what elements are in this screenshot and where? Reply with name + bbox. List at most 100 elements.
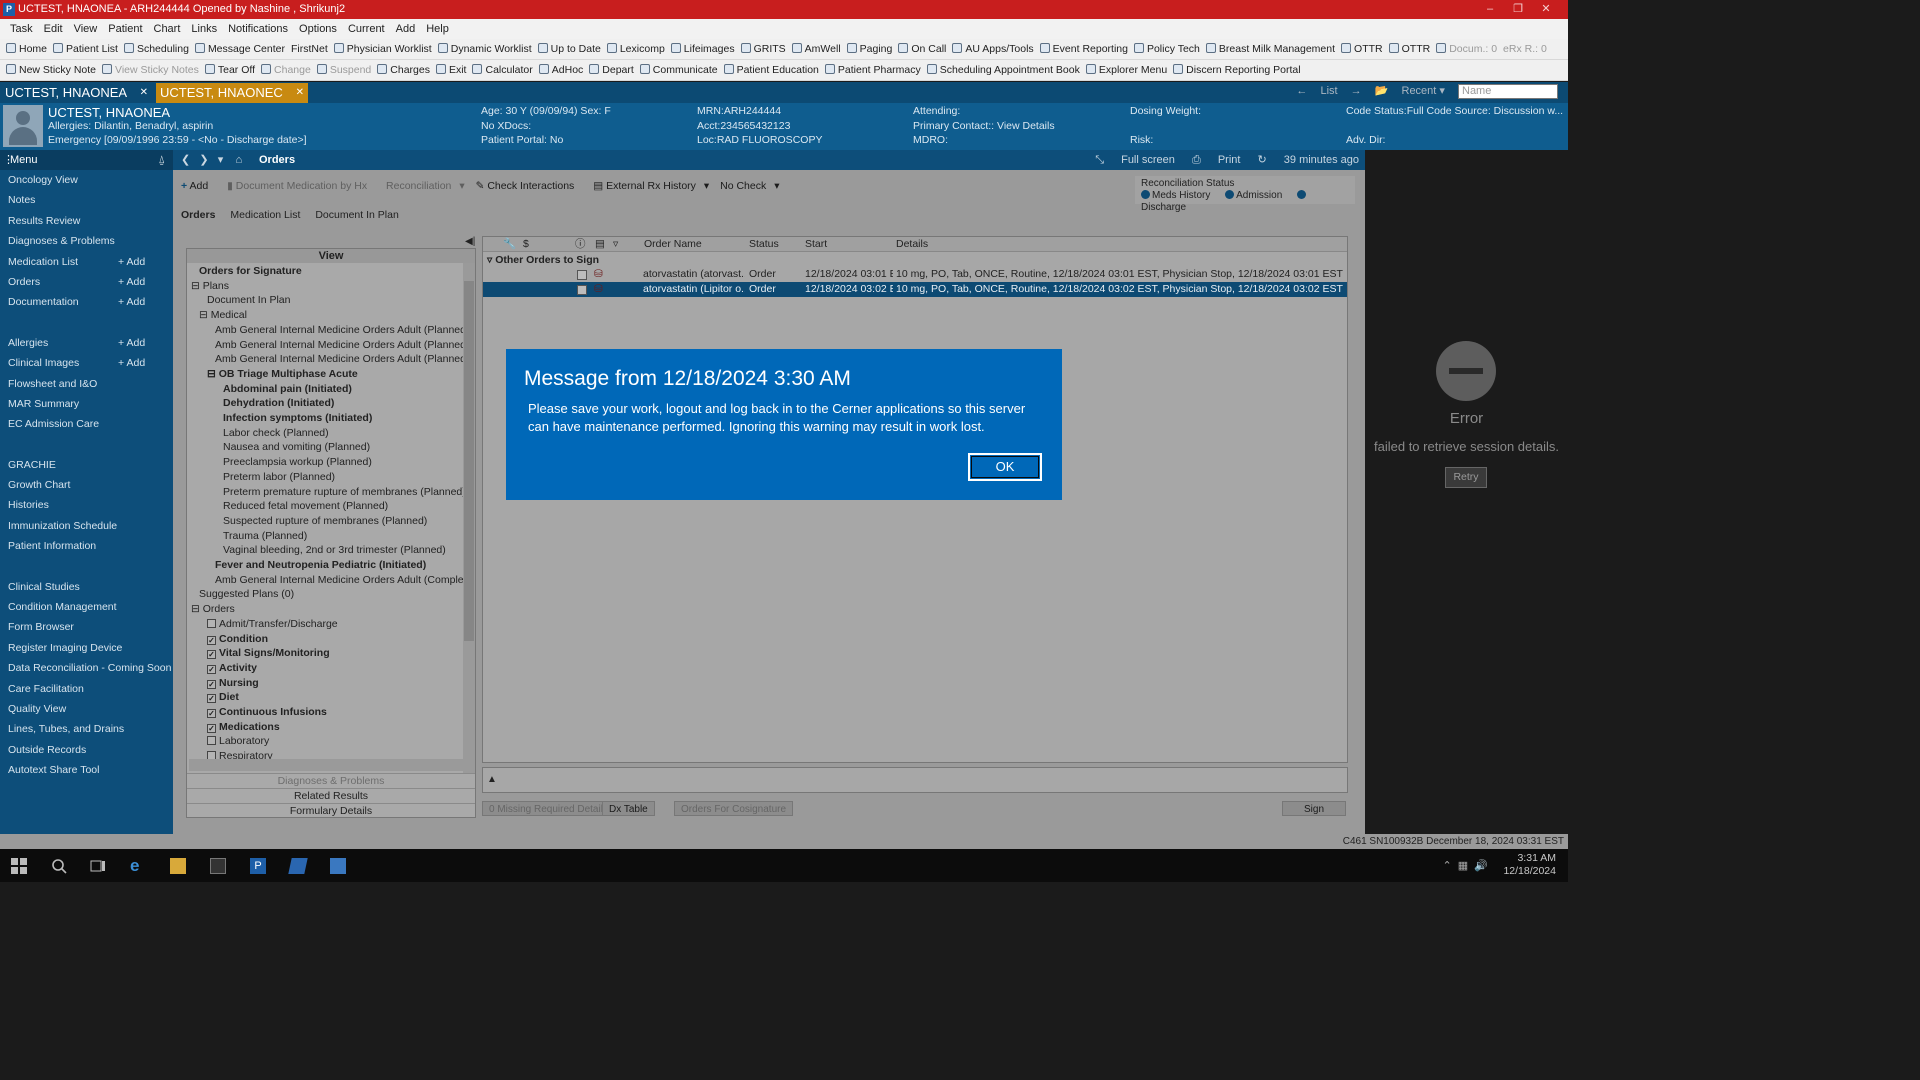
sidebar-item-patient-information[interactable]: Patient Information [0,536,173,556]
document-medication-button[interactable]: ▮ Document Medication by Hx [227,180,375,192]
sidebar-item-flowsheet-and-i-o[interactable]: Flowsheet and I&O [0,374,173,394]
tree-item[interactable]: ✓ Diet [207,690,239,704]
patient-education-button[interactable]: Patient Education [723,60,819,80]
firstnet-button[interactable]: FirstNet [291,39,328,59]
tree-item[interactable]: Laboratory [207,734,269,748]
add-medication-list-button[interactable]: + Add [118,252,145,272]
formulary-details-section[interactable]: Formulary Details [187,803,475,818]
sidebar-item-diagnoses-problems[interactable]: Diagnoses & Problems [0,231,173,251]
wrench-icon[interactable]: 🔧 [503,237,516,252]
tree-horizontal-scrollbar[interactable] [189,759,463,771]
tree-item[interactable]: Fever and Neutropenia Pediatric (Initiat… [215,558,426,572]
terminal-icon[interactable] [210,858,226,874]
help-icon[interactable]: ⓘ [575,237,586,252]
menu-view[interactable]: View [74,23,98,35]
tree-item[interactable]: Amb General Internal Medicine Orders Adu… [215,573,463,587]
pin-icon[interactable]: ⍙ [158,150,165,170]
physician-worklist-button[interactable]: Physician Worklist [333,39,432,59]
header-order-name[interactable]: Order Name [644,237,702,252]
sidebar-item-quality-view[interactable]: Quality View [0,699,173,719]
menu-options[interactable]: Options [299,23,337,35]
menu-current[interactable]: Current [348,23,385,35]
explorer-menu-button[interactable]: Explorer Menu [1085,60,1167,80]
document-icon[interactable]: ▤ [595,237,605,252]
policy-tech-button[interactable]: Policy Tech [1133,39,1200,59]
charges-button[interactable]: Charges [377,60,430,80]
checked-checkbox[interactable]: ✓ [207,709,216,718]
tree-item[interactable]: Document In Plan [207,293,290,307]
sidebar-item-autotext-share-tool[interactable]: Autotext Share Tool [0,760,173,780]
checked-checkbox[interactable]: ✓ [207,723,216,733]
tree-item[interactable]: Abdominal pain (Initiated) [223,382,352,396]
menu-notifications[interactable]: Notifications [228,23,288,35]
tree-item[interactable]: ⊟ OB Triage Multiphase Acute [207,367,358,381]
tree-item[interactable]: Amb General Internal Medicine Orders Adu… [215,338,463,352]
filter-icon[interactable]: ▿ [613,237,618,252]
orders-for-cosignature-button[interactable]: Orders For Cosignature [674,801,794,816]
sidebar-item-form-browser[interactable]: Form Browser [0,617,173,637]
menu-chart[interactable]: Chart [154,23,181,35]
menu-task[interactable]: Task [10,23,33,35]
unchecked-checkbox[interactable] [207,751,216,759]
tree-vertical-scrollbar[interactable] [463,263,475,773]
powerchart-icon[interactable]: P [250,858,266,874]
header-status[interactable]: Status [749,237,779,252]
add-clinical-images-button[interactable]: + Add [118,353,145,373]
tree-item[interactable]: Trauma (Planned) [223,529,307,543]
lexicomp-button[interactable]: Lexicomp [606,39,665,59]
add-allergies-button[interactable]: + Add [118,333,145,353]
communicate-button[interactable]: Communicate [639,60,718,80]
header-dollar[interactable]: $ [523,237,529,252]
sidebar-item-histories[interactable]: Histories [0,495,173,515]
app-icon[interactable] [288,858,308,874]
collapse-panel-icon[interactable]: ◀| [465,236,475,247]
menu-edit[interactable]: Edit [44,23,63,35]
header-details[interactable]: Details [896,237,928,252]
collapse-toggle-icon[interactable]: ⊟ [191,280,203,292]
ottr-button[interactable]: OTTR [1341,39,1383,59]
back-arrow-icon[interactable]: ← [1296,85,1307,97]
minimize-icon[interactable]: – [1476,0,1504,19]
tree-item[interactable]: Preterm premature rupture of membranes (… [223,485,463,499]
tree-item[interactable]: Orders for Signature [199,264,302,278]
patient-list-button[interactable]: Patient List [53,39,118,59]
adhoc-button[interactable]: AdHoc [538,60,583,80]
forward-arrow-icon[interactable]: → [1351,85,1362,97]
collapse-toggle-icon[interactable]: ⊟ [207,368,219,380]
expand-detail-icon[interactable]: ▲ [487,774,497,785]
exit-button[interactable]: Exit [435,60,466,80]
tree-item[interactable]: ⊟ Plans [191,279,229,293]
sidebar-item-register-imaging-device[interactable]: Register Imaging Device [0,638,173,658]
tree-item[interactable]: Suspected rupture of membranes (Planned) [223,514,427,528]
patient-pharmacy-button[interactable]: Patient Pharmacy [824,60,921,80]
tree-item[interactable]: Preterm labor (Planned) [223,470,335,484]
order-group-row[interactable]: ▿ Other Orders to Sign [487,254,599,266]
checked-checkbox[interactable]: ✓ [207,694,216,704]
change-button[interactable]: Change [261,60,311,80]
tree-item[interactable]: Infection symptoms (Initiated) [223,411,372,425]
row-checkbox[interactable] [577,285,587,295]
close-icon[interactable]: ✕ [1532,0,1560,19]
menu-links[interactable]: Links [191,23,217,35]
patient-search-input[interactable]: Name [1458,84,1558,99]
sidebar-item-oncology-view[interactable]: Oncology View [0,170,173,190]
recent-dropdown[interactable]: 📂 Recent ▾ [1375,85,1445,97]
checked-checkbox[interactable]: ✓ [207,635,216,645]
tree-item[interactable]: Dehydration (Initiated) [223,396,334,410]
tree-item[interactable]: Vaginal bleeding, 2nd or 3rd trimester (… [223,543,446,557]
add-order-button[interactable]: + Add [181,180,216,192]
close-tab-icon[interactable]: ✕ [140,82,148,103]
tree-item[interactable]: Admit/Transfer/Discharge [207,617,338,631]
add-documentation-button[interactable]: + Add [118,292,145,312]
patient-list-link[interactable]: List [1320,85,1337,97]
patient-tab-second[interactable]: UCTEST, HNAONEC ✕ [156,83,308,103]
dx-table-button[interactable]: Dx Table [602,801,655,816]
tree-item[interactable]: ⊟ Orders [191,602,235,616]
view-sticky-notes-button[interactable]: View Sticky Notes [102,60,199,80]
checked-checkbox[interactable]: ✓ [207,679,216,689]
task-view-icon[interactable] [90,858,106,874]
tree-item[interactable]: ✓ Medications [207,720,280,734]
home-button[interactable]: Home [6,39,47,59]
header-start[interactable]: Start [805,237,827,252]
discern-reporting-portal-button[interactable]: Discern Reporting Portal [1173,60,1301,80]
